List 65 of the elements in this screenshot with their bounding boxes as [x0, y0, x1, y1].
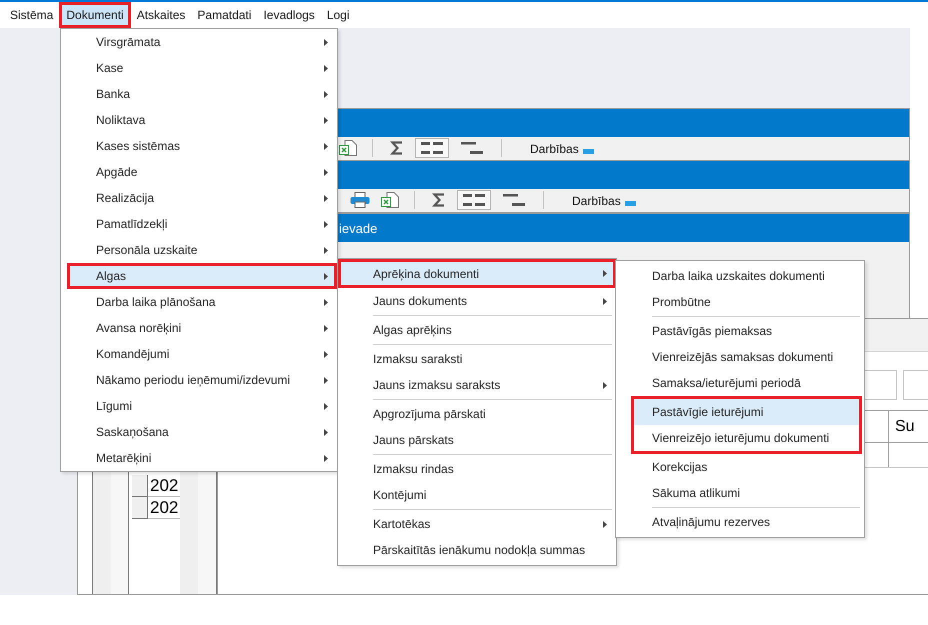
menu-item[interactable]: Apgrozījuma pārskati [338, 401, 616, 427]
spreadsheet-icon [381, 192, 399, 208]
menu-item[interactable]: Prombūtne [616, 289, 864, 315]
list-view-icon [463, 194, 485, 206]
menu-item[interactable]: Personāla uzskaite [61, 237, 337, 263]
menu-item[interactable]: Atvaļinājumu rezerves [616, 509, 864, 535]
menu-item[interactable]: Algas [70, 266, 334, 286]
menu-item[interactable]: Nākamo periodu ieņēmumi/izdevumi [61, 367, 337, 393]
menu-item[interactable]: Darba laika plānošana [61, 289, 337, 315]
input-field[interactable] [863, 370, 897, 400]
menu-item[interactable]: Apgāde [61, 159, 337, 185]
dropdown-icon [582, 149, 594, 154]
menu-item[interactable]: Saskaņošana [61, 419, 337, 445]
menu-item[interactable]: Realizācija [61, 185, 337, 211]
menu-item[interactable]: Jauns pārskats [338, 427, 616, 453]
menu-item[interactable]: Izmaksu saraksti [338, 346, 616, 372]
menu-item[interactable]: Kartotēkas [338, 511, 616, 537]
menu-item[interactable]: Darba laika uzskaites dokumenti [616, 263, 864, 289]
menu-item[interactable]: Sākuma atlikumi [616, 480, 864, 506]
menu-item[interactable]: Pastāvīgās piemaksas [616, 318, 864, 344]
menu-item[interactable]: Pamatlīdzekļi [61, 211, 337, 237]
toolbar-button[interactable] [378, 190, 402, 210]
menu-item[interactable]: Algas aprēķins [338, 317, 616, 343]
menu-item[interactable]: Dokumenti [62, 5, 128, 25]
printer-icon [350, 192, 370, 208]
menu-item[interactable]: Kases sistēmas [61, 133, 337, 159]
menu-item[interactable]: Jauns izmaksu saraksts [338, 372, 616, 398]
menu-item[interactable]: Metarēķini [61, 445, 337, 471]
menu-item[interactable]: Virsgrāmata [61, 29, 337, 55]
window-title: ievade [339, 220, 378, 236]
menu-item[interactable]: Aprēķina dokumenti [341, 262, 613, 285]
menu-item[interactable]: Kontējumi [338, 482, 616, 508]
menu-item[interactable]: Komandējumi [61, 341, 337, 367]
lines-icon [461, 142, 483, 154]
menu-item[interactable]: Līgumi [61, 393, 337, 419]
dropdown-icon [624, 201, 636, 206]
menu-item[interactable]: Pamatdati [191, 2, 258, 28]
menu-item[interactable]: Atskaites [130, 2, 192, 28]
menu-item[interactable]: Kase [61, 55, 337, 81]
input-field[interactable] [903, 370, 928, 400]
toolbar-button[interactable] [415, 138, 449, 158]
menu-item[interactable]: Banka [61, 81, 337, 107]
row-header-cell [132, 497, 148, 519]
menu-item[interactable]: Sistēma [4, 2, 60, 28]
toolbar-button[interactable] [457, 190, 491, 210]
menu-item[interactable]: Vienreizējo ieturējumu dokumenti [634, 425, 859, 451]
list-view-icon [421, 142, 443, 154]
menu-item[interactable]: Logi [320, 2, 356, 28]
sigma-icon [432, 193, 446, 207]
lines-icon [503, 194, 525, 206]
menu-item[interactable]: Vienreizējās samaksas dokumenti [616, 344, 864, 370]
actions-menu-button[interactable]: Darbības [570, 190, 638, 210]
actions-menu-button[interactable]: Darbības [528, 138, 596, 158]
menu-item[interactable]: Noliktava [61, 107, 337, 133]
menu-item[interactable]: Ievadlogs [257, 2, 321, 28]
row-header-cell [132, 475, 148, 497]
menu-item[interactable]: Korekcijas [616, 454, 864, 480]
menu-item[interactable]: Pārskaitītās ienākumu nodokļa summas [338, 537, 616, 563]
menu-item[interactable]: Jauns dokuments [338, 288, 616, 314]
menu-item[interactable]: Avansa norēķini [61, 315, 337, 341]
toolbar-button[interactable] [348, 190, 372, 210]
menu-item[interactable]: Pastāvīgie ieturējumi [634, 399, 859, 425]
sigma-icon [390, 141, 404, 155]
menu-item[interactable]: Izmaksu rindas [338, 456, 616, 482]
menu-item[interactable]: Samaksa/ieturējumi periodā [616, 370, 864, 396]
